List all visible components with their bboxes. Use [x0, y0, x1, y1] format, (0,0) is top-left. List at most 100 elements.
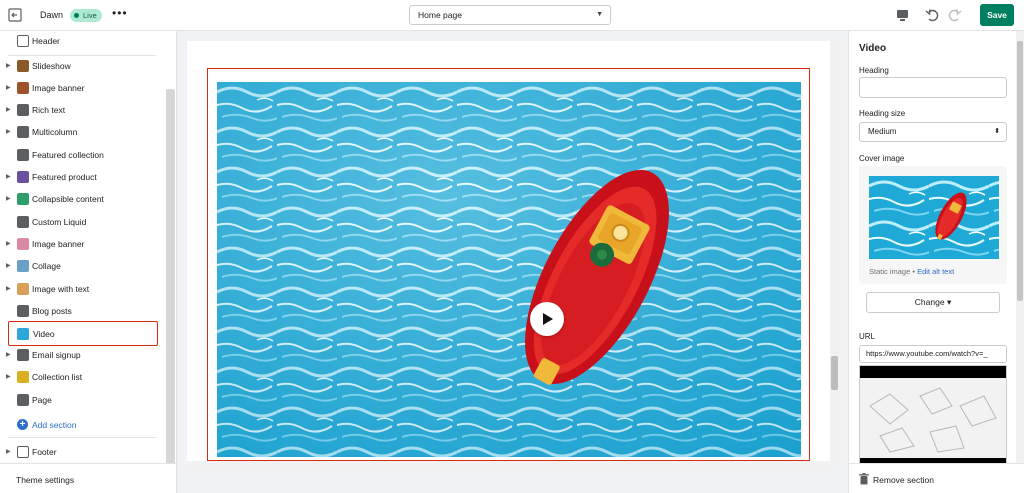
play-button[interactable]: [530, 302, 564, 336]
panel-title: Video: [859, 43, 887, 54]
theme-settings-label: Theme settings: [16, 475, 75, 485]
page-icon: [17, 394, 29, 406]
cover-image-label: Cover image: [859, 154, 905, 163]
sidebar-item-image-banner[interactable]: ▶ Image banner: [0, 235, 165, 255]
divider: [8, 437, 156, 438]
chevron-right-icon[interactable]: ▶: [6, 62, 11, 69]
heading-size-select[interactable]: Medium ⬍: [859, 122, 1007, 142]
sidebar-item-label: Collage: [32, 261, 61, 271]
divider: [8, 55, 156, 56]
sidebar-item-video[interactable]: Video: [8, 321, 158, 346]
sidebar-item-footer[interactable]: ▶ Footer: [0, 443, 165, 463]
sidebar-item-featured-collection[interactable]: Featured collection: [0, 146, 165, 166]
sidebar-item-collection-list[interactable]: ▶ Collection list: [0, 368, 165, 388]
sections-scrollbar[interactable]: [166, 89, 175, 479]
sidebar-item-rich-text[interactable]: ▶ Rich text: [0, 101, 165, 121]
cover-image-picker: Static image • Edit alt text: [859, 166, 1007, 284]
live-badge-label: Live: [83, 11, 97, 20]
sidebar-item-slideshow[interactable]: ▶ Slideshow: [0, 57, 165, 77]
more-actions-button[interactable]: •••: [112, 6, 128, 20]
header-icon: [17, 35, 29, 47]
remove-section-button[interactable]: Remove section: [849, 463, 1024, 493]
chevron-right-icon[interactable]: ▶: [6, 173, 11, 180]
save-button[interactable]: Save: [980, 4, 1014, 26]
settings-scrollbar[interactable]: [1016, 31, 1024, 463]
scroll-thumb[interactable]: [831, 356, 838, 390]
undo-icon[interactable]: [925, 7, 941, 23]
chevron-right-icon[interactable]: ▶: [6, 106, 11, 113]
sidebar-item-image-banner[interactable]: ▶ Image banner: [0, 79, 165, 99]
static-image-text: Static image • Edit alt text: [869, 267, 954, 276]
sidebar-item-page[interactable]: Page: [0, 391, 165, 411]
chevron-right-icon[interactable]: ▶: [6, 128, 11, 135]
change-image-button[interactable]: Change ▾: [866, 292, 1000, 313]
sidebar-item-label: Image banner: [32, 83, 85, 93]
chevron-right-icon[interactable]: ▶: [6, 351, 11, 358]
boat-in-pool-image: [217, 82, 801, 457]
sidebar-item-label: Page: [32, 395, 52, 405]
multicolumn-icon: [17, 126, 29, 138]
collage-icon: [17, 260, 29, 272]
chevron-right-icon[interactable]: ▶: [6, 195, 11, 202]
url-input[interactable]: https://www.youtube.com/watch?v=_: [859, 345, 1007, 363]
sidebar-item-label: Collapsible content: [32, 194, 104, 204]
cover-image-thumbnail[interactable]: [869, 176, 999, 259]
chevron-right-icon[interactable]: ▶: [6, 262, 11, 269]
exit-icon[interactable]: [8, 8, 22, 22]
sidebar-item-header[interactable]: Header: [0, 32, 165, 52]
chevron-right-icon[interactable]: ▶: [6, 84, 11, 91]
preview-vertical-scrollbar[interactable]: [830, 41, 839, 463]
heading-input[interactable]: [859, 77, 1007, 98]
sidebar-item-label: Multicolumn: [32, 127, 78, 137]
chevron-down-icon: ▾: [946, 297, 952, 307]
video-url-preview: [859, 365, 1007, 465]
chevron-right-icon[interactable]: ▶: [6, 285, 11, 292]
theme-name: Dawn: [40, 10, 64, 20]
desktop-preview-icon[interactable]: [896, 9, 909, 22]
page-selector[interactable]: Home page ▼: [409, 5, 611, 25]
theme-settings-button[interactable]: Theme settings: [0, 463, 176, 493]
sidebar-item-label: Featured product: [32, 172, 97, 182]
sidebar-item-featured-product[interactable]: ▶ Featured product: [0, 168, 165, 188]
edit-alt-text-link[interactable]: Edit alt text: [917, 267, 954, 276]
video-cover-image[interactable]: [217, 82, 801, 457]
scroll-thumb[interactable]: [1017, 41, 1023, 301]
sidebar-item-image-with-text[interactable]: ▶ Image with text: [0, 280, 165, 300]
blog-icon: [17, 305, 29, 317]
sidebar-item-custom-liquid[interactable]: Custom Liquid: [0, 213, 165, 233]
video-preview-thumbnail: [860, 366, 1006, 464]
sidebar-item-email-signup[interactable]: ▶ Email signup: [0, 346, 165, 366]
sidebar-item-label: Slideshow: [32, 61, 71, 71]
boat-thumbnail-image: [869, 176, 999, 259]
settings-panel: Video Heading Heading size Medium ⬍ Cove…: [848, 31, 1024, 493]
sidebar-item-blog-posts[interactable]: Blog posts: [0, 302, 165, 322]
select-arrows-icon: ⬍: [994, 128, 1000, 135]
change-label: Change: [914, 297, 945, 307]
play-icon: [543, 313, 553, 325]
collection-list-icon: [17, 371, 29, 383]
chevron-right-icon[interactable]: ▶: [6, 240, 11, 247]
trash-icon: [859, 473, 869, 485]
chevron-right-icon[interactable]: ▶: [6, 373, 11, 380]
sidebar-item-multicolumn[interactable]: ▶ Multicolumn: [0, 123, 165, 143]
url-label: URL: [859, 332, 876, 341]
redo-icon[interactable]: [946, 7, 962, 23]
liquid-icon: [17, 216, 29, 228]
collection-icon: [17, 149, 29, 161]
rich-text-icon: [17, 104, 29, 116]
slideshow-icon: [17, 60, 29, 72]
plus-icon: +: [17, 419, 28, 430]
sidebar-item-collage[interactable]: ▶ Collage: [0, 257, 165, 277]
page-selector-label: Home page: [418, 10, 462, 20]
add-section-label: Add section: [32, 420, 77, 430]
sidebar-item-collapsible-content[interactable]: ▶ Collapsible content: [0, 190, 165, 210]
sidebar-item-label: Collection list: [32, 372, 83, 382]
image-banner-icon: [17, 82, 29, 94]
preview-area: [177, 31, 848, 493]
live-dot-icon: [74, 13, 79, 18]
sidebar-item-label: Custom Liquid: [32, 217, 87, 227]
product-icon: [17, 171, 29, 183]
image-banner-icon: [17, 238, 29, 250]
preview-horizontal-scrollbar[interactable]: [187, 463, 830, 472]
heading-size-value: Medium: [868, 127, 897, 136]
